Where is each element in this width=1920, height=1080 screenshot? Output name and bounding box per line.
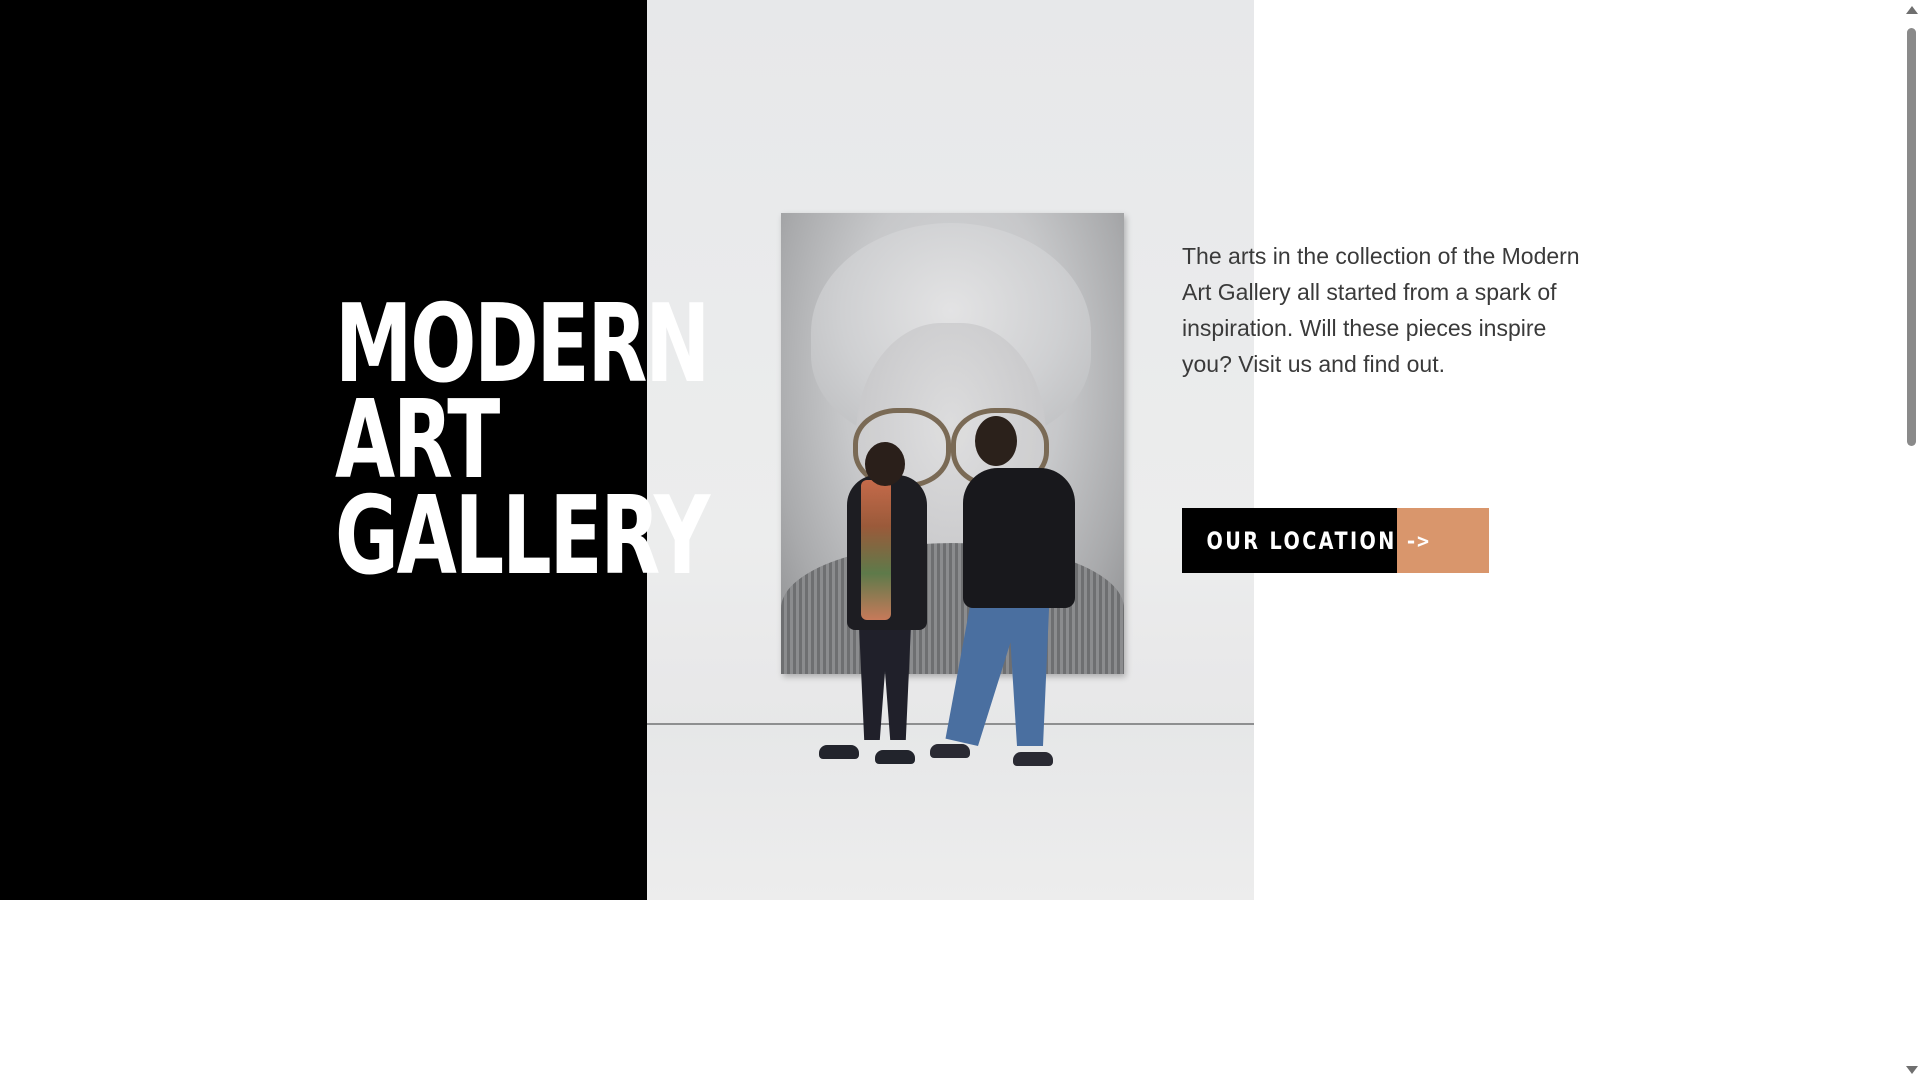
our-location-text: OUR LOCATION	[1206, 526, 1397, 555]
our-location-button[interactable]: OUR LOCATION ->	[1182, 508, 1489, 573]
visitor-woman-scarf	[861, 480, 891, 620]
our-location-label: OUR LOCATION	[1182, 508, 1397, 573]
scrollbar-thumb[interactable]	[1907, 28, 1916, 446]
scroll-up-arrow-icon[interactable]	[1906, 6, 1918, 14]
hero-description: The arts in the collection of the Modern…	[1182, 243, 1580, 377]
visitor-man-body	[963, 468, 1075, 608]
visitor-woman-head	[865, 442, 905, 486]
visitor-man-head	[975, 416, 1017, 466]
portrait-painting	[781, 213, 1124, 674]
visitor-man-shoe-left	[930, 744, 970, 758]
arrow-right-icon: ->	[1397, 508, 1489, 573]
vertical-scrollbar[interactable]	[1903, 0, 1920, 1080]
visitor-woman-shoe-left	[819, 745, 859, 759]
page: MODERN ART GALLERY The arts in the colle…	[0, 0, 1920, 1080]
scroll-down-arrow-icon[interactable]	[1906, 1066, 1918, 1074]
visitor-man-shoe-right	[1013, 752, 1053, 766]
page-title: MODERN ART GALLERY	[335, 291, 710, 599]
hero-photo	[647, 0, 1254, 900]
visitor-woman-shoe-right	[875, 750, 915, 764]
title-line-3: GALLERY	[335, 474, 710, 599]
